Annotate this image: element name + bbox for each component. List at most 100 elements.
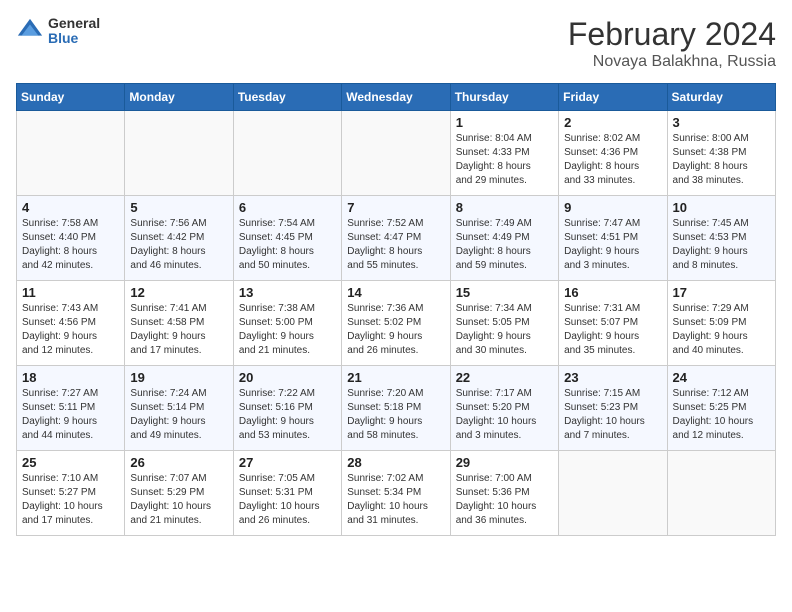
calendar-table: Sunday Monday Tuesday Wednesday Thursday…: [16, 83, 776, 536]
calendar-week-1: 1 Sunrise: 8:04 AM Sunset: 4:33 PM Daylig…: [17, 111, 776, 196]
calendar-cell: 29 Sunrise: 7:00 AM Sunset: 5:36 PM Dayli…: [450, 451, 558, 536]
day-number: 3: [673, 115, 770, 130]
calendar-cell: 18 Sunrise: 7:27 AM Sunset: 5:11 PM Dayli…: [17, 366, 125, 451]
logo-general-text: General: [48, 16, 100, 31]
day-number: 10: [673, 200, 770, 215]
calendar-cell: 9 Sunrise: 7:47 AM Sunset: 4:51 PM Daylig…: [559, 196, 667, 281]
day-info: Sunrise: 7:43 AM Sunset: 4:56 PM Dayligh…: [22, 302, 119, 358]
calendar-cell: 6 Sunrise: 7:54 AM Sunset: 4:45 PM Daylig…: [233, 196, 341, 281]
day-info: Sunrise: 7:58 AM Sunset: 4:40 PM Dayligh…: [22, 217, 119, 273]
day-info: Sunrise: 7:22 AM Sunset: 5:16 PM Dayligh…: [239, 387, 336, 443]
header-saturday: Saturday: [667, 84, 775, 111]
day-info: Sunrise: 7:05 AM Sunset: 5:31 PM Dayligh…: [239, 472, 336, 528]
title-block: February 2024 Novaya Balakhna, Russia: [568, 16, 776, 71]
calendar-cell: 3Sunrise: 8:00 AM Sunset: 4:38 PM Daylig…: [667, 111, 775, 196]
day-info: Sunrise: 7:36 AM Sunset: 5:02 PM Dayligh…: [347, 302, 444, 358]
calendar-cell: 8 Sunrise: 7:49 AM Sunset: 4:49 PM Daylig…: [450, 196, 558, 281]
header-row: Sunday Monday Tuesday Wednesday Thursday…: [17, 84, 776, 111]
day-info: Sunrise: 7:56 AM Sunset: 4:42 PM Dayligh…: [130, 217, 227, 273]
day-number: 1: [456, 115, 553, 130]
day-number: 25: [22, 455, 119, 470]
day-info: Sunrise: 7:07 AM Sunset: 5:29 PM Dayligh…: [130, 472, 227, 528]
day-number: 18: [22, 370, 119, 385]
calendar-cell: [233, 111, 341, 196]
calendar-cell: 19 Sunrise: 7:24 AM Sunset: 5:14 PM Dayli…: [125, 366, 233, 451]
day-number: 8: [456, 200, 553, 215]
day-number: 24: [673, 370, 770, 385]
calendar-cell: 11 Sunrise: 7:43 AM Sunset: 4:56 PM Dayli…: [17, 281, 125, 366]
day-info: Sunrise: 7:45 AM Sunset: 4:53 PM Dayligh…: [673, 217, 770, 273]
calendar-cell: 2 Sunrise: 8:02 AM Sunset: 4:36 PM Daylig…: [559, 111, 667, 196]
day-number: 21: [347, 370, 444, 385]
day-info: Sunrise: 7:38 AM Sunset: 5:00 PM Dayligh…: [239, 302, 336, 358]
calendar-cell: 7Sunrise: 7:52 AM Sunset: 4:47 PM Daylig…: [342, 196, 450, 281]
day-number: 7: [347, 200, 444, 215]
logo-text: General Blue: [48, 16, 100, 47]
calendar-cell: 24 Sunrise: 7:12 AM Sunset: 5:25 PM Dayli…: [667, 366, 775, 451]
calendar-cell: [17, 111, 125, 196]
day-number: 13: [239, 285, 336, 300]
calendar-cell: 22 Sunrise: 7:17 AM Sunset: 5:20 PM Dayli…: [450, 366, 558, 451]
page-header: General Blue February 2024 Novaya Balakh…: [16, 16, 776, 71]
calendar-cell: [667, 451, 775, 536]
day-info: Sunrise: 7:47 AM Sunset: 4:51 PM Dayligh…: [564, 217, 661, 273]
calendar-cell: 23 Sunrise: 7:15 AM Sunset: 5:23 PM Dayli…: [559, 366, 667, 451]
calendar-cell: 26 Sunrise: 7:07 AM Sunset: 5:29 PM Dayli…: [125, 451, 233, 536]
day-info: Sunrise: 7:15 AM Sunset: 5:23 PM Dayligh…: [564, 387, 661, 443]
header-friday: Friday: [559, 84, 667, 111]
day-number: 17: [673, 285, 770, 300]
calendar-cell: 16 Sunrise: 7:31 AM Sunset: 5:07 PM Dayli…: [559, 281, 667, 366]
calendar-week-3: 11 Sunrise: 7:43 AM Sunset: 4:56 PM Dayli…: [17, 281, 776, 366]
calendar-cell: 15Sunrise: 7:34 AM Sunset: 5:05 PM Dayli…: [450, 281, 558, 366]
day-info: Sunrise: 7:12 AM Sunset: 5:25 PM Dayligh…: [673, 387, 770, 443]
calendar-cell: 27Sunrise: 7:05 AM Sunset: 5:31 PM Dayli…: [233, 451, 341, 536]
calendar-cell: [559, 451, 667, 536]
day-number: 23: [564, 370, 661, 385]
day-info: Sunrise: 7:20 AM Sunset: 5:18 PM Dayligh…: [347, 387, 444, 443]
calendar-cell: 21 Sunrise: 7:20 AM Sunset: 5:18 PM Dayli…: [342, 366, 450, 451]
day-number: 20: [239, 370, 336, 385]
calendar-cell: 17 Sunrise: 7:29 AM Sunset: 5:09 PM Dayli…: [667, 281, 775, 366]
day-info: Sunrise: 7:49 AM Sunset: 4:49 PM Dayligh…: [456, 217, 553, 273]
calendar-cell: 13 Sunrise: 7:38 AM Sunset: 5:00 PM Dayli…: [233, 281, 341, 366]
day-info: Sunrise: 7:29 AM Sunset: 5:09 PM Dayligh…: [673, 302, 770, 358]
day-number: 28: [347, 455, 444, 470]
header-wednesday: Wednesday: [342, 84, 450, 111]
day-info: Sunrise: 7:02 AM Sunset: 5:34 PM Dayligh…: [347, 472, 444, 528]
month-title: February 2024: [568, 16, 776, 53]
day-number: 12: [130, 285, 227, 300]
day-number: 29: [456, 455, 553, 470]
day-number: 19: [130, 370, 227, 385]
day-number: 11: [22, 285, 119, 300]
calendar-week-5: 25 Sunrise: 7:10 AM Sunset: 5:27 PM Dayli…: [17, 451, 776, 536]
day-number: 2: [564, 115, 661, 130]
calendar-cell: [125, 111, 233, 196]
day-number: 15: [456, 285, 553, 300]
day-info: Sunrise: 7:17 AM Sunset: 5:20 PM Dayligh…: [456, 387, 553, 443]
day-info: Sunrise: 8:02 AM Sunset: 4:36 PM Dayligh…: [564, 132, 661, 188]
day-number: 6: [239, 200, 336, 215]
header-thursday: Thursday: [450, 84, 558, 111]
logo-blue-text: Blue: [48, 31, 100, 46]
header-tuesday: Tuesday: [233, 84, 341, 111]
day-info: Sunrise: 7:10 AM Sunset: 5:27 PM Dayligh…: [22, 472, 119, 528]
day-number: 9: [564, 200, 661, 215]
day-info: Sunrise: 7:24 AM Sunset: 5:14 PM Dayligh…: [130, 387, 227, 443]
day-info: Sunrise: 7:27 AM Sunset: 5:11 PM Dayligh…: [22, 387, 119, 443]
calendar-cell: 25 Sunrise: 7:10 AM Sunset: 5:27 PM Dayli…: [17, 451, 125, 536]
day-info: Sunrise: 7:00 AM Sunset: 5:36 PM Dayligh…: [456, 472, 553, 528]
day-number: 26: [130, 455, 227, 470]
calendar-body: 1 Sunrise: 8:04 AM Sunset: 4:33 PM Daylig…: [17, 111, 776, 536]
day-number: 22: [456, 370, 553, 385]
calendar-cell: 10 Sunrise: 7:45 AM Sunset: 4:53 PM Dayli…: [667, 196, 775, 281]
location: Novaya Balakhna, Russia: [568, 53, 776, 71]
day-number: 5: [130, 200, 227, 215]
calendar-cell: 12Sunrise: 7:41 AM Sunset: 4:58 PM Dayli…: [125, 281, 233, 366]
calendar-cell: 28 Sunrise: 7:02 AM Sunset: 5:34 PM Dayli…: [342, 451, 450, 536]
day-number: 16: [564, 285, 661, 300]
day-info: Sunrise: 7:31 AM Sunset: 5:07 PM Dayligh…: [564, 302, 661, 358]
day-info: Sunrise: 8:04 AM Sunset: 4:33 PM Dayligh…: [456, 132, 553, 188]
calendar-cell: 1 Sunrise: 8:04 AM Sunset: 4:33 PM Daylig…: [450, 111, 558, 196]
logo: General Blue: [16, 16, 100, 47]
day-info: Sunrise: 7:54 AM Sunset: 4:45 PM Dayligh…: [239, 217, 336, 273]
